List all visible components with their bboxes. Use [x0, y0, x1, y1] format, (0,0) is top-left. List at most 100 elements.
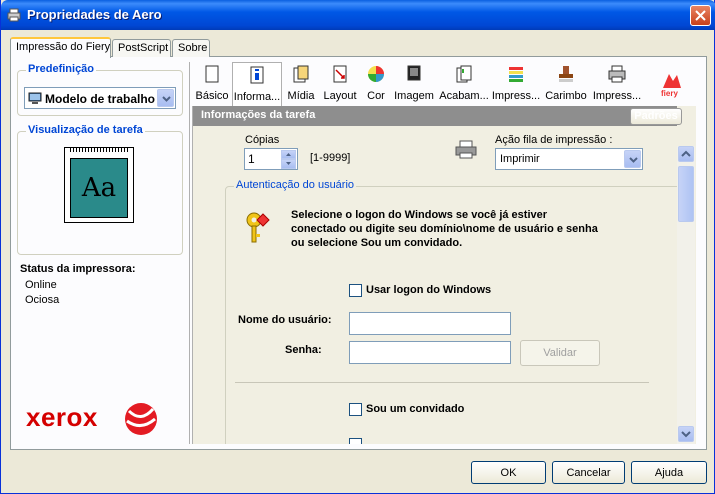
toolbar-info-label: Informa... — [233, 91, 281, 103]
job-preview-title: Visualização de tarefa — [26, 124, 145, 136]
arrow-up-icon — [681, 150, 691, 157]
vertical-scrollbar[interactable] — [677, 146, 695, 444]
chevron-down-icon — [629, 157, 638, 163]
printer-status-online: Online — [25, 279, 57, 291]
copies-value: 1 — [248, 152, 255, 166]
guest-label: Sou um convidado — [366, 403, 465, 415]
arrow-down-icon — [681, 431, 691, 438]
preset-dropdown-button[interactable] — [157, 89, 174, 107]
partially-hidden-checkbox[interactable] — [349, 438, 362, 444]
copies-down-button[interactable] — [281, 159, 296, 169]
layout-icon — [333, 65, 347, 83]
windows-logon-label: Usar logon do Windows — [366, 284, 492, 296]
media-icon — [293, 65, 309, 83]
defaults-button[interactable]: Padrões — [630, 108, 682, 125]
chevron-down-icon — [162, 96, 171, 102]
auth-separator — [235, 382, 649, 383]
fiery-logo-text: fiery — [661, 89, 678, 98]
arrow-down-icon — [286, 162, 291, 165]
toolbar-stamp-label: Carimbo — [545, 90, 587, 102]
toolbar-print-quality-label: Impress... — [491, 90, 541, 102]
toolbar-printer[interactable]: Impress... — [592, 62, 642, 106]
printer-app-icon — [7, 8, 21, 22]
close-icon — [695, 10, 706, 21]
computer-icon — [28, 92, 42, 104]
tab-about[interactable]: Sobre — [172, 39, 210, 57]
toolbar-printer-label: Impress... — [592, 90, 642, 102]
preset-select[interactable]: Modelo de trabalho — [24, 87, 176, 109]
copies-stepper[interactable]: 1 — [244, 148, 298, 170]
tab-postscript[interactable]: PostScript — [112, 39, 171, 57]
cancel-button[interactable]: Cancelar — [552, 461, 625, 484]
toolbar-color[interactable]: Cor — [362, 62, 390, 106]
toolbar-layout-label: Layout — [323, 90, 357, 102]
printer-queue-icon — [455, 140, 477, 159]
queue-action-dropdown-button[interactable] — [624, 150, 641, 168]
tab-fiery-printing[interactable]: Impressão do Fiery — [10, 37, 111, 58]
info-icon — [250, 66, 264, 84]
queue-action-value: Imprimir — [500, 153, 540, 165]
job-info-panel: Informações da tarefa Padrões Cópias 1 [… — [192, 106, 696, 444]
fiery-flame-icon — [663, 74, 681, 88]
fiery-logo: fiery — [659, 72, 685, 100]
xerox-sphere-icon — [125, 403, 157, 435]
printer-icon — [608, 65, 626, 83]
image-icon — [407, 65, 421, 81]
stamp-icon — [559, 66, 573, 82]
windows-logon-checkbox[interactable] — [349, 284, 362, 297]
printer-status-idle: Ociosa — [25, 294, 60, 306]
help-button[interactable]: Ajuda — [631, 461, 707, 484]
finishing-icon — [456, 65, 472, 83]
toolbar-basic[interactable]: Básico — [193, 62, 231, 106]
auth-description: Selecione o logon do Windows se você já … — [291, 209, 598, 249]
toolbar-finishing-label: Acabam... — [439, 90, 489, 102]
copies-range: [1-9999] — [310, 152, 351, 164]
preview-perforation — [70, 148, 128, 152]
arrow-up-icon — [286, 153, 291, 156]
toolbar-media[interactable]: Mídia — [284, 62, 318, 106]
toolbar-layout[interactable]: Layout — [321, 62, 359, 106]
toolbar-print-quality[interactable]: Impress... — [491, 62, 541, 106]
color-icon — [368, 66, 384, 82]
scroll-up-button[interactable] — [678, 146, 694, 162]
toolbar-basic-label: Básico — [195, 90, 229, 102]
preview-sample-box: Aa — [70, 158, 128, 218]
close-button[interactable] — [690, 5, 711, 26]
guest-checkbox[interactable] — [349, 403, 362, 416]
validate-button[interactable]: Validar — [520, 340, 600, 366]
toolbar-image-label: Imagem — [394, 90, 434, 102]
queue-action-label: Ação fila de impressão : — [495, 134, 613, 146]
copies-up-button[interactable] — [281, 150, 296, 159]
print-bars-icon — [509, 67, 523, 82]
page-icon — [205, 65, 219, 83]
username-input[interactable] — [349, 312, 511, 335]
auth-title: Autenticação do usuário — [234, 179, 357, 191]
title-bar: Propriedades de Aero — [1, 0, 715, 30]
toolbar-finishing[interactable]: Acabam... — [437, 62, 491, 106]
section-header: Informações da tarefa Padrões — [193, 106, 682, 126]
toolbar-info[interactable]: Informa... — [232, 62, 282, 106]
ok-button[interactable]: OK — [471, 461, 546, 484]
key-icon — [246, 212, 270, 243]
preset-value: Modelo de trabalho — [45, 92, 156, 106]
password-input[interactable] — [349, 341, 511, 364]
scroll-down-button[interactable] — [678, 426, 694, 442]
toolbar-media-label: Mídia — [287, 90, 315, 102]
queue-action-select[interactable]: Imprimir — [495, 148, 643, 170]
xerox-logo: xerox — [26, 402, 98, 432]
copies-label: Cópias — [245, 134, 280, 146]
scroll-thumb[interactable] — [678, 166, 694, 222]
preview-sample-text: Aa — [81, 173, 117, 203]
toolbar-color-label: Cor — [367, 90, 385, 102]
section-title: Informações da tarefa — [201, 109, 316, 121]
username-label: Nome do usuário: — [238, 314, 332, 326]
properties-window: Propriedades de Aero Impressão do Fiery … — [0, 0, 715, 494]
toolbar-stamp[interactable]: Carimbo — [544, 62, 588, 106]
preset-title: Predefinição — [26, 63, 97, 75]
window-title: Propriedades de Aero — [27, 7, 162, 22]
toolbar-image[interactable]: Imagem — [394, 62, 434, 106]
printer-status-title: Status da impressora: — [20, 263, 136, 275]
job-preview-page: Aa — [64, 147, 134, 223]
password-label: Senha: — [285, 344, 322, 356]
pane-divider — [189, 62, 190, 444]
